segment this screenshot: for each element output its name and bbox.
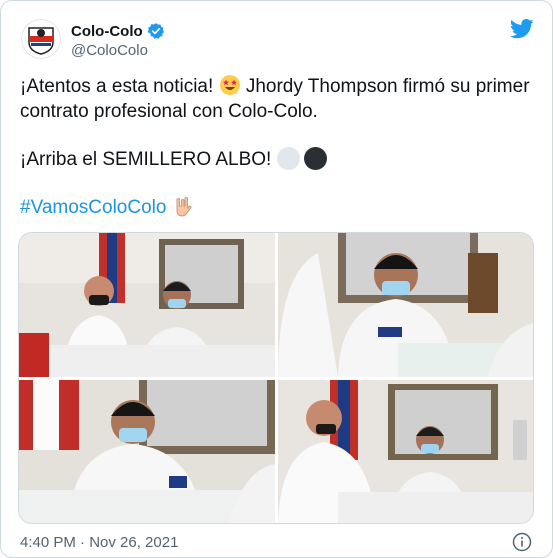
- white-circle-emoji-icon: [276, 147, 300, 170]
- handle[interactable]: @ColoColo: [71, 42, 148, 59]
- photo-3-image: [19, 380, 275, 523]
- tweet-line-1: ¡Atentos a esta noticia!: [20, 76, 219, 97]
- tweet-text: ¡Atentos a esta noticia! Jhordy Thompson…: [20, 74, 530, 220]
- love-you-gesture-emoji-icon: [176, 197, 192, 217]
- tweet-paragraph-3: #VamosColoColo: [20, 195, 530, 220]
- avatar[interactable]: [21, 19, 61, 59]
- photo-2[interactable]: [278, 233, 533, 377]
- colo-colo-crest-icon: [28, 27, 54, 55]
- media-grid[interactable]: [18, 232, 534, 524]
- tweet-line-2: ¡Arriba el SEMILLERO ALBO!: [20, 149, 277, 170]
- photo-3[interactable]: [19, 380, 275, 523]
- star-struck-emoji-icon: [219, 75, 240, 95]
- photo-4[interactable]: [278, 380, 533, 523]
- tweet-card[interactable]: Colo-Colo @ColoColo ¡Atentos a esta noti…: [0, 0, 553, 558]
- photo-1-image: [19, 233, 275, 377]
- info-icon[interactable]: [512, 532, 532, 552]
- tweet-timestamp[interactable]: 4:40 PM · Nov 26, 2021: [20, 534, 178, 551]
- photo-1[interactable]: [19, 233, 275, 377]
- hashtag-link[interactable]: #VamosColoColo: [20, 197, 166, 218]
- tweet-paragraph-1: ¡Atentos a esta noticia! Jhordy Thompson…: [20, 74, 530, 124]
- photo-2-image: [278, 233, 533, 377]
- black-circle-emoji-icon: [303, 147, 327, 170]
- display-name[interactable]: Colo-Colo: [71, 23, 143, 40]
- verified-badge-icon: [147, 23, 164, 39]
- twitter-bird-icon[interactable]: [510, 18, 534, 40]
- tweet-paragraph-2: ¡Arriba el SEMILLERO ALBO!: [20, 147, 530, 172]
- photo-4-image: [278, 380, 533, 523]
